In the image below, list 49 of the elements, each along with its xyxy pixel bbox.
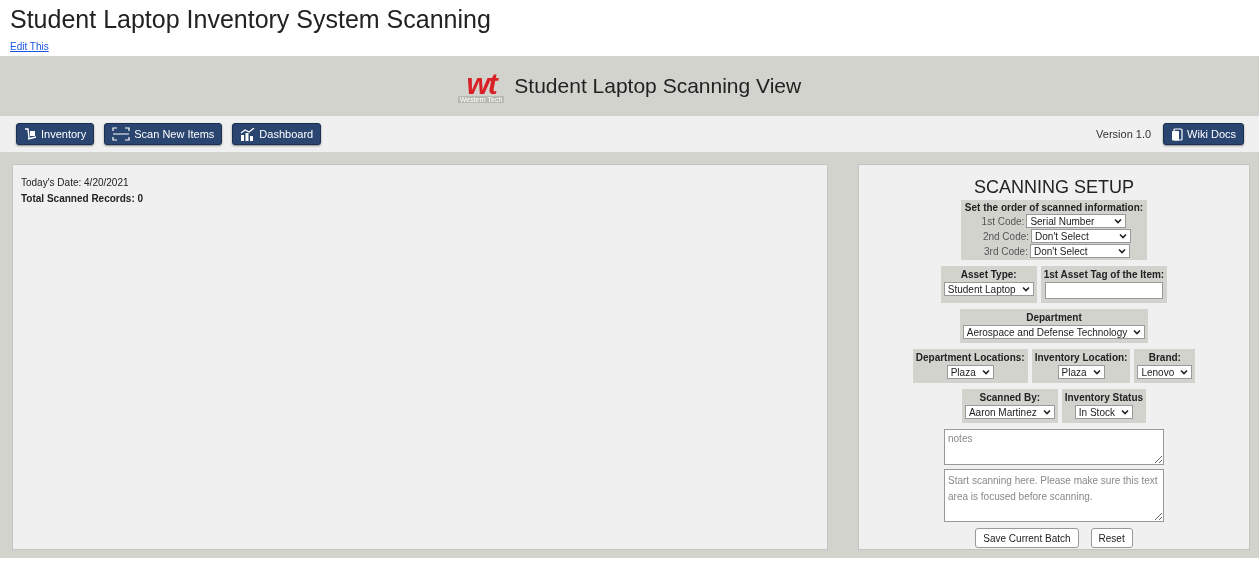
notes-field[interactable]: notes — [944, 429, 1164, 465]
dropdown[interactable]: Don't Select — [1031, 229, 1132, 243]
dropdown[interactable]: Serial Number — [1026, 214, 1127, 228]
field-label: 3rd Code: — [984, 245, 1028, 257]
dropdown[interactable]: In Stock — [1074, 405, 1133, 419]
input-field[interactable] — [1044, 282, 1163, 299]
edit-link[interactable]: Edit This — [10, 41, 49, 52]
field-label: 1st Asset Tag of the Item: — [1043, 269, 1165, 280]
version-label: Version 1.0 — [1096, 128, 1152, 140]
setup-title: SCANNING SETUP — [974, 177, 1134, 198]
caret-icon — [1042, 409, 1051, 415]
field-label: Inventory Location: — [1034, 352, 1128, 363]
nav-button[interactable]: Scan New Items — [104, 123, 223, 145]
field-label: Department Locations: — [915, 352, 1025, 363]
field-label: Department — [1026, 312, 1082, 323]
field-label: Scanned By: — [979, 392, 1041, 403]
caret-icon — [1092, 369, 1101, 375]
caret-icon — [1120, 409, 1129, 415]
scan-frame-icon — [112, 127, 131, 141]
dropdown[interactable]: Aaron Martinez — [964, 405, 1055, 419]
dropdown[interactable]: Don't Select — [1029, 244, 1130, 258]
caret-icon — [981, 369, 990, 375]
total-records-text: Total Scanned Records: 0 — [21, 192, 145, 206]
field-label: Inventory Status — [1064, 392, 1144, 403]
caret-icon — [1133, 329, 1142, 335]
field-label: 2nd Code: — [982, 230, 1030, 242]
dropdown[interactable]: Plaza — [1057, 365, 1105, 379]
scan-input-field[interactable]: Start scanning here. Please make sure this text area is focused before scanning. — [944, 469, 1164, 522]
nav-button[interactable]: Inventory — [16, 123, 95, 145]
chart-icon — [240, 127, 256, 141]
field-label: Set the order of scanned information: — [964, 202, 1144, 213]
field-label: Asset Type: — [960, 269, 1017, 280]
dropdown[interactable]: Student Laptop — [943, 282, 1034, 296]
caret-icon — [1180, 369, 1189, 375]
page-title: Student Laptop Inventory System Scanning — [10, 4, 492, 35]
header-title: Student Laptop Scanning View — [514, 74, 802, 98]
document-icon — [1171, 127, 1184, 141]
action-button[interactable]: Reset — [1090, 528, 1133, 548]
action-button[interactable]: Save Current Batch — [975, 528, 1079, 548]
nav-button[interactable]: Dashboard — [232, 123, 322, 145]
field-label: 1st Code: — [981, 215, 1025, 227]
hand-truck-icon — [24, 128, 37, 140]
date-text: Today's Date: 4/20/2021 — [21, 176, 130, 190]
dropdown[interactable]: Lenovo — [1137, 365, 1193, 379]
wiki-docs-button[interactable]: Wiki Docs — [1163, 123, 1244, 145]
dropdown[interactable]: Aerospace and Defense Technology — [962, 325, 1146, 339]
dropdown[interactable]: Plaza — [946, 365, 994, 379]
caret-icon — [1021, 286, 1030, 292]
field-label: Brand: — [1148, 352, 1181, 363]
